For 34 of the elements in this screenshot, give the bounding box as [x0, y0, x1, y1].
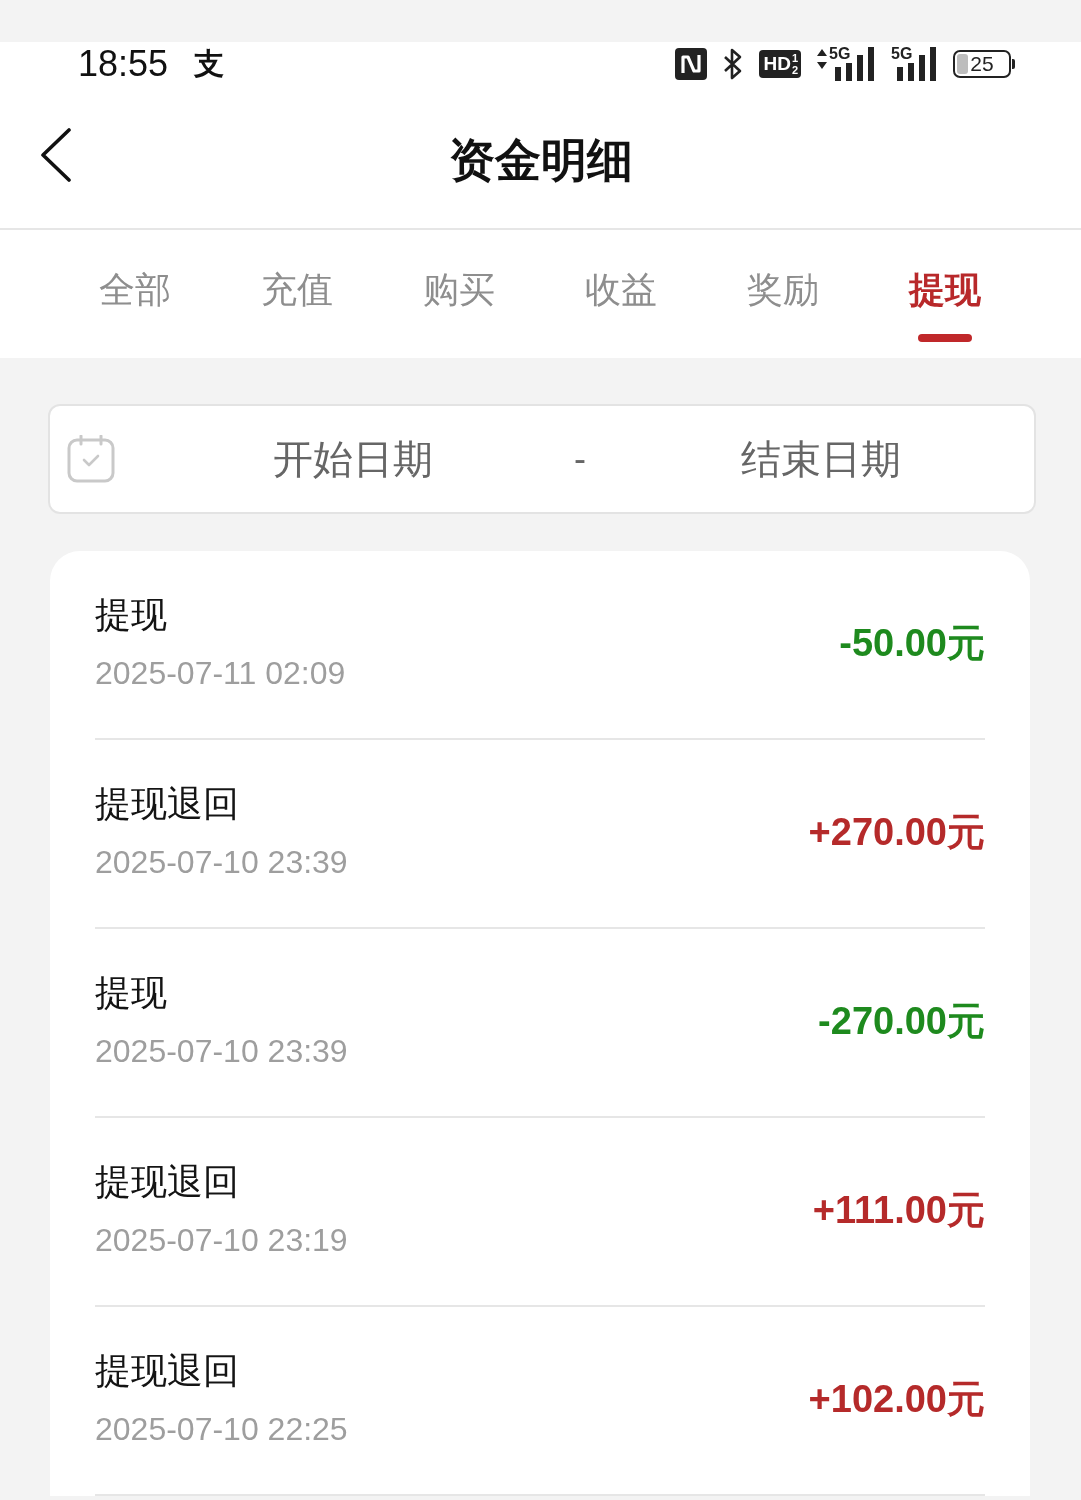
- bluetooth-icon: [723, 47, 744, 81]
- transaction-time: 2025-07-10 23:19: [95, 1221, 348, 1260]
- transaction-time: 2025-07-10 22:25: [95, 1410, 348, 1449]
- calendar-check-icon[interactable]: [67, 435, 115, 483]
- transaction-amount: -270.00元: [818, 999, 985, 1044]
- category-tab[interactable]: 提现: [864, 230, 1026, 342]
- cellular-signal-indicator: 5G: [891, 47, 937, 81]
- transaction-title: 提现: [95, 593, 168, 637]
- category-tab[interactable]: 奖励: [702, 230, 864, 342]
- date-separator: -: [573, 437, 587, 481]
- transaction-time: 2025-07-10 23:39: [95, 1032, 348, 1071]
- transaction-amount: +270.00元: [808, 810, 985, 855]
- battery-indicator: 25: [953, 50, 1015, 78]
- transaction-amount: -50.00元: [839, 621, 985, 666]
- end-date-field[interactable]: 结束日期: [597, 431, 1034, 487]
- page-title: 资金明细: [448, 134, 633, 186]
- back-chevron-icon: [40, 128, 72, 182]
- transaction-time: 2025-07-10 23:39: [95, 843, 348, 882]
- start-date-field[interactable]: 开始日期: [143, 431, 563, 487]
- transaction-title: 提现退回: [95, 782, 240, 826]
- transaction-title: 提现: [95, 971, 168, 1015]
- transaction-time: 2025-07-11 02:09: [95, 654, 346, 693]
- app-notification-icon: 支: [194, 47, 225, 81]
- category-tab[interactable]: 充值: [216, 230, 378, 342]
- transaction-amount: +102.00元: [808, 1377, 985, 1422]
- category-tab[interactable]: 全部: [54, 230, 216, 342]
- nfc-icon: [675, 48, 708, 80]
- category-tab[interactable]: 购买: [378, 230, 540, 342]
- status-time: 18:55: [78, 44, 169, 84]
- transaction-amount: +111.00元: [812, 1188, 985, 1233]
- cellular-signal-indicator: 5G: [829, 47, 875, 81]
- transaction-title: 提现退回: [95, 1160, 240, 1204]
- transaction-title: 提现退回: [95, 1349, 240, 1393]
- category-tab[interactable]: 收益: [540, 230, 702, 342]
